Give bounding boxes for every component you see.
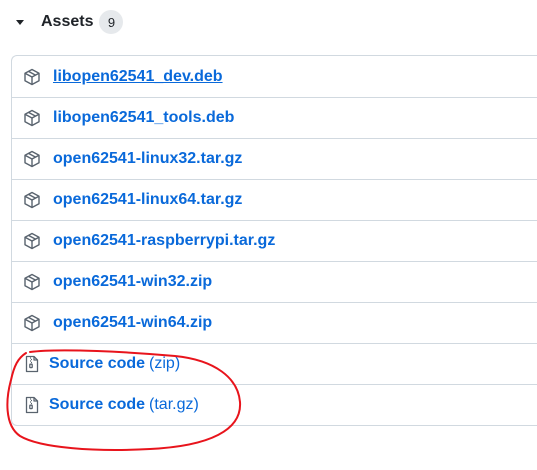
asset-row: open62541-linux32.tar.gz bbox=[12, 138, 537, 179]
source-code-tar-gz-link[interactable]: Source code bbox=[49, 396, 145, 414]
asset-link-open62541-win32[interactable]: open62541-win32.zip bbox=[53, 273, 212, 291]
file-zip-icon bbox=[23, 355, 41, 373]
asset-link-open62541-raspberrypi[interactable]: open62541-raspberrypi.tar.gz bbox=[53, 232, 275, 250]
package-icon bbox=[23, 68, 41, 86]
asset-row: open62541-raspberrypi.tar.gz bbox=[12, 220, 537, 261]
assets-title: Assets bbox=[41, 13, 94, 30]
file-zip-icon bbox=[23, 396, 41, 414]
asset-link-libopen62541-dev-deb[interactable]: libopen62541_dev.deb bbox=[53, 68, 223, 86]
assets-count-badge: 9 bbox=[99, 10, 124, 34]
asset-row: open62541-linux64.tar.gz bbox=[12, 179, 537, 220]
asset-row-source-zip: Source code (zip) bbox=[12, 343, 537, 384]
asset-row: libopen62541_tools.deb bbox=[12, 97, 537, 138]
package-icon bbox=[23, 191, 41, 209]
package-icon bbox=[23, 109, 41, 127]
asset-link-libopen62541-tools-deb[interactable]: libopen62541_tools.deb bbox=[53, 109, 234, 127]
asset-row: libopen62541_dev.deb bbox=[12, 56, 537, 97]
assets-toggle[interactable]: Assets 9 bbox=[14, 9, 124, 35]
assets-list: libopen62541_dev.deb libopen62541_tools.… bbox=[11, 55, 537, 426]
package-icon bbox=[23, 273, 41, 291]
asset-row: open62541-win32.zip bbox=[12, 261, 537, 302]
asset-link-open62541-linux32[interactable]: open62541-linux32.tar.gz bbox=[53, 150, 242, 168]
package-icon bbox=[23, 150, 41, 168]
asset-link-open62541-win64[interactable]: open62541-win64.zip bbox=[53, 314, 212, 332]
source-code-zip-format: (zip) bbox=[149, 355, 181, 372]
source-code-tar-gz-format: (tar.gz) bbox=[149, 396, 199, 413]
asset-link-open62541-linux64[interactable]: open62541-linux64.tar.gz bbox=[53, 191, 242, 209]
package-icon bbox=[23, 314, 41, 332]
asset-row: open62541-win64.zip bbox=[12, 302, 537, 343]
source-code-zip-link[interactable]: Source code bbox=[49, 355, 145, 373]
package-icon bbox=[23, 232, 41, 250]
triangle-down-icon bbox=[14, 16, 26, 28]
asset-row-source-tar-gz: Source code (tar.gz) bbox=[12, 384, 537, 425]
